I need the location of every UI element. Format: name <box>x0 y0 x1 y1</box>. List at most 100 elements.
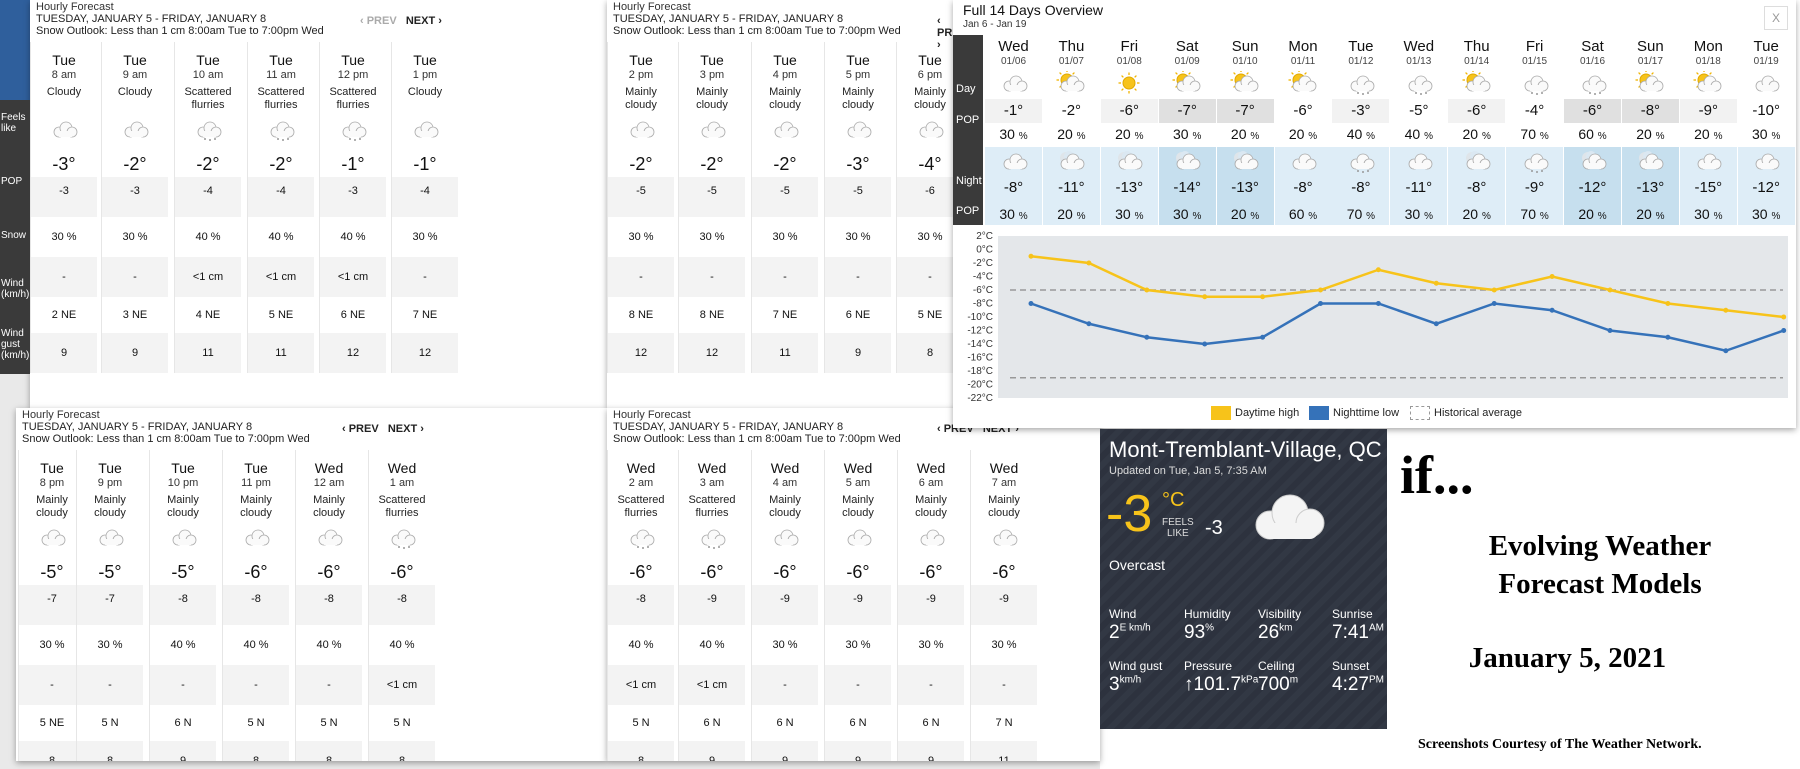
cloud-icon <box>99 529 124 546</box>
day-column: Thu 01/07 -2° 20 % -11° 20 % <box>1042 35 1100 225</box>
hour-gust: 9 <box>31 333 97 373</box>
cloud-icon <box>124 121 149 138</box>
row-label: Wind gust (km/h) <box>1 328 30 361</box>
hour-time: 12 am <box>313 477 345 489</box>
hour-condition: Mainly cloudy <box>915 494 947 519</box>
chart-legend: Historical average <box>1410 406 1522 420</box>
hour-time: 9 am <box>122 69 148 81</box>
nighttime-low-point <box>1665 334 1671 340</box>
stat-value: 26 <box>1258 622 1280 643</box>
hour-temp: -6° <box>773 562 797 582</box>
hour-temp: -6° <box>244 562 268 582</box>
hour-time: 3 pm <box>699 69 725 81</box>
day-date: 01/07 <box>1058 56 1084 67</box>
stat-value: ↑101.7 <box>1184 674 1242 695</box>
day-name: Thu <box>1058 38 1085 55</box>
hour-icon-wrap <box>320 117 386 141</box>
hour-wind: 5 NE <box>248 297 314 333</box>
close-button[interactable]: X <box>1764 6 1788 30</box>
credit-line: Screenshots Courtesy of The Weather Netw… <box>1418 737 1702 752</box>
pct-sign: % <box>1771 131 1781 142</box>
day-column: Sat 01/09 -7° 30 % -14° 30 % <box>1158 35 1216 225</box>
night-pop-label: POP <box>956 205 980 217</box>
hour-feels-like: -5 <box>608 177 674 217</box>
day-temp: -2° <box>1042 99 1100 123</box>
prev-button[interactable]: ‹ PREV <box>360 15 397 27</box>
hour-wind: 7 NE <box>392 297 458 333</box>
hour-pop: 30 % <box>898 625 964 665</box>
prev-button[interactable]: ‹ PREV <box>937 15 953 39</box>
day-name: Sun <box>1637 38 1664 55</box>
day-pop: 20 % <box>1216 123 1274 145</box>
panel-title: Hourly Forecast <box>22 409 100 421</box>
current-conditions-panel: Mont-Tremblant-Village, QC Updated on Tu… <box>1100 429 1387 729</box>
night-pop-value: 20 <box>1636 206 1652 222</box>
hour-snow: - <box>679 257 745 297</box>
hour-day: Tue <box>269 52 293 68</box>
hour-column: Tue 8 pm Mainly cloudy -5° -7 30 % -5 NE 8 <box>18 450 85 761</box>
day-temp: -7° <box>1158 99 1216 123</box>
hour-gust: 9 <box>150 741 216 761</box>
day-pop: 40 % <box>1332 123 1390 145</box>
day-pop-value: 20 <box>1230 126 1247 142</box>
next-button[interactable]: NEXT › <box>406 15 442 27</box>
pct-sign: % <box>1366 211 1376 222</box>
cloud-icon <box>414 121 439 138</box>
day-icon-wrap <box>1101 71 1158 95</box>
cloud-icon <box>774 121 799 138</box>
y-tick-label: -14°C <box>967 339 993 350</box>
stat-value: 93 <box>1184 622 1206 643</box>
hour-day: Tue <box>171 460 195 476</box>
legend-swatch-daytime <box>1211 406 1231 420</box>
hour-temp: -2° <box>773 154 797 174</box>
hour-column: Tue 3 pm Mainly cloudy -2° -5 30 % -8 NE 12 <box>678 42 745 373</box>
hour-icon-wrap <box>392 117 458 141</box>
hour-gust: 8 <box>296 741 362 761</box>
day-icon-wrap <box>1217 69 1274 95</box>
hour-icon-wrap <box>77 525 143 549</box>
hour-temp: -1° <box>341 154 365 174</box>
hour-icon-wrap <box>31 117 97 141</box>
hour-wind: 5 N <box>223 705 289 741</box>
hour-icon-wrap <box>150 525 216 549</box>
hour-snow: <1 cm <box>175 257 241 297</box>
hour-column: Tue 6 pm Mainly cloudy -4° -6 30 % -5 NE 8 <box>896 42 953 373</box>
pct-sign: % <box>1076 211 1086 222</box>
hour-wind: 8 NE <box>608 297 674 333</box>
snow-cloud-icon <box>197 121 222 141</box>
day-pop: 20 % <box>1448 123 1506 145</box>
hour-wind: 3 NE <box>102 297 168 333</box>
y-tick-label: -4°C <box>973 272 993 283</box>
stat-value: 2 <box>1109 622 1120 643</box>
hour-day: Tue <box>196 52 220 68</box>
hour-time: 10 am <box>192 69 224 81</box>
day-temp: -1° <box>985 99 1042 123</box>
night-label: Night <box>956 175 982 187</box>
pct-sign: % <box>1713 211 1723 222</box>
hour-column: Tue 10 pm Mainly cloudy -5° -8 40 % -6 N9 <box>149 450 216 761</box>
hour-snow: - <box>898 665 964 705</box>
day-icon-wrap <box>1738 71 1795 95</box>
sun-cloud-icon <box>1693 69 1722 92</box>
day-temp: -9° <box>1679 99 1737 123</box>
night-icon-wrap <box>1043 149 1100 173</box>
pct-sign: % <box>1308 131 1318 142</box>
stat-value-wrap: ↑101.7kPa <box>1184 674 1258 696</box>
day-pop: 60 % <box>1564 123 1621 145</box>
day-column: Thu 01/14 -6° 20 % -8° 20 % <box>1448 35 1506 225</box>
night-pop-value: 30 <box>999 206 1015 222</box>
hour-time: 1 am <box>389 477 415 489</box>
next-button[interactable]: NEXT › <box>388 423 424 435</box>
night-pop-value: 70 <box>1346 206 1363 222</box>
hour-day: Tue <box>918 52 942 68</box>
moon-cloud-icon <box>1465 151 1491 170</box>
night-pop: 30 % <box>1680 203 1737 225</box>
day-column: Tue 01/12 -3° 40 % -8° 70 % <box>1332 35 1390 225</box>
hour-icon-wrap <box>825 525 891 549</box>
legend-swatch-historical <box>1410 406 1430 420</box>
hour-temp: -5° <box>98 562 122 582</box>
stat-unit: km/h <box>1119 674 1142 686</box>
night-temp: -13° <box>1115 179 1144 196</box>
prev-button[interactable]: ‹ PREV <box>342 423 379 435</box>
stat-unit: AM <box>1368 622 1384 634</box>
